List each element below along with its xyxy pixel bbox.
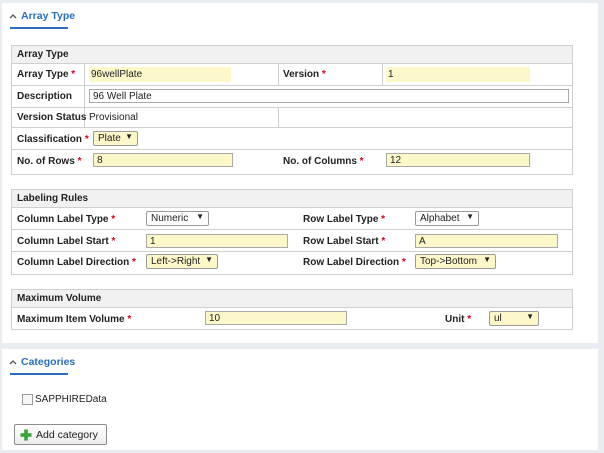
version-value: 1 xyxy=(388,69,394,80)
description-label: Description xyxy=(17,91,73,102)
column-label-type-label: Column Label Type * xyxy=(17,214,116,225)
unit-label: Unit * xyxy=(445,314,472,325)
maximum-volume-section: Maximum Volume Maximum Item Volume * Uni… xyxy=(11,289,573,330)
row-label-direction-value: Top->Bottom xyxy=(420,256,477,267)
categories-panel-title: Categories xyxy=(21,356,76,368)
unit-select[interactable]: ul ▼ xyxy=(489,311,539,326)
divider xyxy=(382,63,383,85)
array-type-section-header: Array Type xyxy=(12,46,572,64)
labeling-rules-section: Labeling Rules Column Label Type * Numer… xyxy=(11,189,573,275)
array-type-section: Array Type Array Type * 96wellPlate Vers… xyxy=(11,45,573,175)
array-type-panel-title: Array Type xyxy=(21,10,76,22)
unit-value: ul xyxy=(494,313,502,324)
maximum-volume-header: Maximum Volume xyxy=(12,290,572,308)
row-label-start-input[interactable] xyxy=(415,234,558,248)
categories-panel-header[interactable]: Categories xyxy=(2,349,598,377)
column-label-direction-label: Column Label Direction * xyxy=(17,257,136,268)
categories-title-underline xyxy=(10,373,68,375)
column-label-type-select[interactable]: Numeric ▼ xyxy=(146,211,209,226)
array-type-label: Array Type * xyxy=(17,69,76,80)
column-label-start-input[interactable] xyxy=(146,234,288,248)
columns-input[interactable] xyxy=(386,153,530,167)
column-label-type-value: Numeric xyxy=(151,213,189,224)
column-label-direction-select[interactable]: Left->Right ▼ xyxy=(146,254,218,269)
divider xyxy=(12,127,572,128)
categories-panel: Categories SAPPHIREData Add category xyxy=(2,349,598,450)
row-label-type-value: Alphabet xyxy=(420,213,460,224)
caret-down-icon: ▼ xyxy=(483,255,491,264)
labeling-rules-title: Labeling Rules xyxy=(17,193,89,204)
chevron-up-icon[interactable] xyxy=(9,358,17,366)
row-label-type-label: Row Label Type * xyxy=(303,214,386,225)
max-item-volume-label: Maximum Item Volume * xyxy=(17,314,132,325)
divider xyxy=(12,85,572,86)
array-type-value: 96wellPlate xyxy=(91,69,143,80)
version-field[interactable]: 1 xyxy=(386,67,530,82)
sapphiredata-checkbox[interactable] xyxy=(22,394,33,405)
caret-down-icon: ▼ xyxy=(196,212,204,221)
columns-label: No. of Columns * xyxy=(283,156,364,167)
row-label-direction-select[interactable]: Top->Bottom ▼ xyxy=(415,254,496,269)
divider xyxy=(278,63,279,85)
add-category-button[interactable]: Add category xyxy=(14,424,107,445)
version-status-value: Provisional xyxy=(89,112,138,123)
labeling-rules-header: Labeling Rules xyxy=(12,190,572,208)
version-status-label: Version Status xyxy=(17,112,87,123)
divider xyxy=(12,149,572,150)
array-type-title-underline xyxy=(10,27,68,29)
row-label-type-select[interactable]: Alphabet ▼ xyxy=(415,211,479,226)
sapphiredata-label: SAPPHIREData xyxy=(35,394,107,405)
chevron-up-icon[interactable] xyxy=(9,12,17,20)
row-label-start-label: Row Label Start * xyxy=(303,236,386,247)
array-type-section-title: Array Type xyxy=(17,49,69,60)
description-input[interactable] xyxy=(89,89,569,103)
maximum-volume-title: Maximum Volume xyxy=(17,293,102,304)
caret-down-icon: ▼ xyxy=(526,312,534,321)
divider xyxy=(84,63,85,85)
classification-select[interactable]: Plate ▼ xyxy=(93,131,138,146)
caret-down-icon: ▼ xyxy=(205,255,213,264)
caret-down-icon: ▼ xyxy=(125,132,133,141)
divider xyxy=(278,108,279,127)
plus-icon xyxy=(20,429,32,441)
rows-label: No. of Rows * xyxy=(17,156,82,167)
caret-down-icon: ▼ xyxy=(466,212,474,221)
classification-label: Classification * xyxy=(17,134,89,145)
max-item-volume-input[interactable] xyxy=(205,311,347,325)
add-category-label: Add category xyxy=(36,429,98,441)
column-label-start-label: Column Label Start * xyxy=(17,236,116,247)
divider xyxy=(12,251,572,252)
column-label-direction-value: Left->Right xyxy=(151,256,201,267)
array-type-panel-header[interactable]: Array Type xyxy=(2,3,598,31)
classification-value: Plate xyxy=(98,133,121,144)
rows-input[interactable] xyxy=(93,153,233,167)
divider xyxy=(12,229,572,230)
array-type-panel: Array Type Array Type Array Type * 96wel… xyxy=(2,3,598,343)
divider xyxy=(84,86,85,107)
row-label-direction-label: Row Label Direction * xyxy=(303,257,406,268)
version-label: Version * xyxy=(283,69,326,80)
array-type-field[interactable]: 96wellPlate xyxy=(89,67,231,82)
divider xyxy=(12,107,572,108)
